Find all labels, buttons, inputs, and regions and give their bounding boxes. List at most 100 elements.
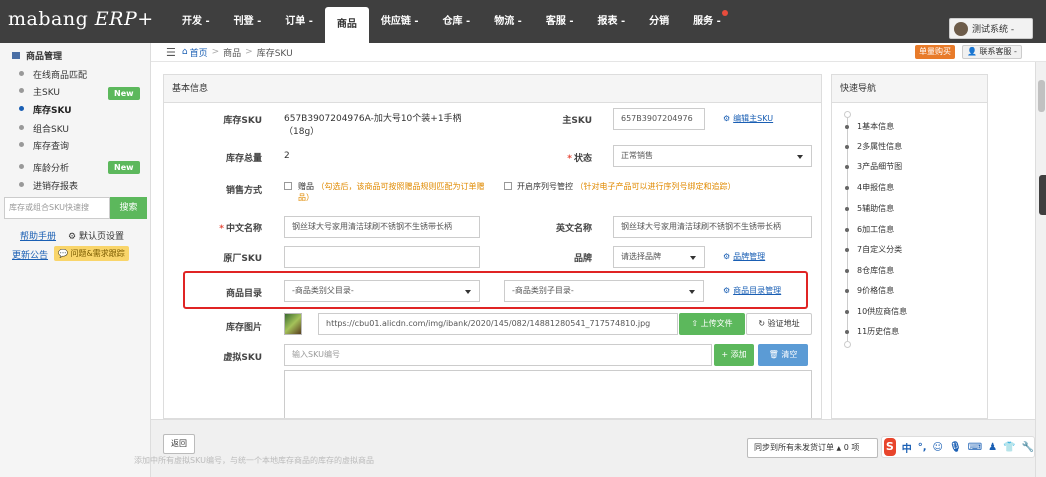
category-manage-label: 商品目录管理 (733, 286, 782, 295)
brand-manage-link[interactable]: ⚙ 品牌管理 (723, 251, 765, 262)
nav-customer-service[interactable]: 客服 - (534, 0, 586, 43)
trash-icon: 🗑 (768, 350, 779, 359)
verify-label: 验证地址 (767, 319, 800, 328)
brand-select[interactable]: 请选择品牌 (613, 246, 705, 268)
quick-nav-label: 3产品细节图 (857, 162, 903, 171)
nav-distribution[interactable]: 分销 (637, 0, 681, 43)
stock-total-label: 库存总量 (225, 154, 262, 164)
default-page-setting[interactable]: ⚙ 默认页设置 (68, 229, 124, 242)
serial-checkbox[interactable] (504, 182, 512, 190)
virtual-sku-input[interactable]: 输入SKU编号 (284, 344, 712, 366)
ime-toolbar[interactable]: S 中 °, ☺ 🎙 ⌨ ♟ 👕 🔧 (881, 436, 1035, 458)
back-button[interactable]: 返回 (163, 434, 195, 454)
quick-nav-processing[interactable]: 6加工信息 (844, 224, 894, 235)
edit-main-sku-link[interactable]: ⚙ 编辑主SKU (723, 113, 773, 124)
nav-services-label: 服务 - (693, 16, 721, 27)
sync-orders-button[interactable]: 同步到所有未发货订单 ▲ 0 项 (747, 438, 878, 458)
sale-mode-label: 销售方式 (225, 186, 262, 196)
clear-virtual-sku-button[interactable]: 🗑 清空 (758, 344, 808, 366)
quick-nav-custom-category[interactable]: 7自定义分类 (844, 244, 903, 255)
virtual-sku-textarea[interactable] (284, 370, 812, 418)
cn-name-label: * 中文名称 (219, 224, 262, 234)
help-manual-link[interactable]: 帮助手册 (20, 229, 56, 242)
nav-supply-chain[interactable]: 供应链 - (369, 0, 431, 43)
quick-nav-price[interactable]: 9价格信息 (844, 285, 894, 296)
bullet-icon (19, 88, 24, 93)
quick-nav-title: 快速导航 (832, 75, 987, 103)
sidebar-item-stock-sku[interactable]: 库存SKU (19, 101, 72, 117)
quick-nav-aux[interactable]: 5辅助信息 (844, 203, 894, 214)
brand-placeholder: 请选择品牌 (621, 252, 661, 261)
side-drawer-tab[interactable] (1039, 175, 1046, 215)
nav-dev[interactable]: 开发 - (170, 0, 222, 43)
quick-nav-warehouse[interactable]: 8仓库信息 (844, 265, 895, 276)
parent-category-value: -商品类别父目录- (292, 286, 354, 295)
category-manage-link[interactable]: ⚙ 商品目录管理 (723, 285, 781, 296)
scrollbar-thumb[interactable] (1038, 80, 1045, 112)
status-select[interactable]: 正常销售 (613, 145, 812, 167)
update-notice-link[interactable]: 更新公告 (12, 248, 48, 261)
breadcrumb-section[interactable]: 商品 (223, 46, 241, 59)
nav-orders[interactable]: 订单 - (273, 0, 325, 43)
caret-up-icon: ▲ (836, 445, 842, 452)
quick-nav-start-dot (844, 111, 851, 118)
sidebar-item-stock-age[interactable]: 库龄分析 (19, 159, 69, 175)
contact-service-button[interactable]: 👤 联系客服 - (962, 45, 1022, 59)
sidebar: 商品管理 在线商品匹配 主SKU New 库存SKU 组合SKU 库存查询 库龄… (0, 43, 151, 477)
page-scrollbar[interactable] (1035, 62, 1046, 477)
child-category-select[interactable]: -商品类别子目录- (504, 280, 704, 302)
image-url-field[interactable]: https://cbu01.alicdn.com/img/ibank/2020/… (318, 313, 678, 335)
sidebar-item-inventory-report[interactable]: 进销存报表 (19, 177, 78, 193)
avatar (954, 21, 968, 36)
quick-nav-detail-images[interactable]: 3产品细节图 (844, 161, 903, 172)
quick-nav-multi-attr[interactable]: 2多属性信息 (844, 141, 902, 152)
quick-nav-declare[interactable]: 4申报信息 (844, 182, 894, 193)
buy-volume-button[interactable]: 单量购买 (915, 45, 955, 59)
wrench-icon: 🔧 (1021, 441, 1034, 453)
gift-option: 赠品 （勾选后，该商品可按照赠品规则匹配为订单赠品） (298, 181, 494, 203)
add-virtual-sku-button[interactable]: + 添加 (714, 344, 754, 366)
sidebar-item-main-sku[interactable]: 主SKU (19, 83, 60, 99)
gift-checkbox[interactable] (284, 182, 292, 190)
sidebar-item-online-match[interactable]: 在线商品匹配 (19, 66, 87, 82)
en-name-field[interactable]: 钢丝球大号家用清洁球刷不锈钢不生锈带长柄 (613, 216, 812, 238)
stock-image-thumbnail[interactable] (284, 313, 302, 335)
quick-nav-label: 10供应商信息 (857, 307, 908, 316)
sidebar-item-stock-query[interactable]: 库存查询 (19, 137, 69, 153)
bullet-icon (19, 106, 24, 111)
serial-label: 开启序列号管控 (517, 182, 573, 191)
upload-file-button[interactable]: ⇧ 上传文件 (679, 313, 745, 335)
bottom-action-bar: 返回 同步到所有未发货订单 ▲ 0 项 S 中 °, ☺ 🎙 ⌨ ♟ 👕 🔧 (151, 419, 1035, 477)
breadcrumb-home[interactable]: 首页 (190, 46, 208, 59)
main-sku-field[interactable]: 657B3907204976 (613, 108, 705, 130)
quick-nav-label: 7自定义分类 (857, 245, 903, 254)
quick-nav-label: 8仓库信息 (857, 266, 895, 275)
quick-sku-search-input[interactable]: 库存或组合SKU快速搜 (4, 197, 110, 219)
sidebar-item-combo-sku[interactable]: 组合SKU (19, 120, 69, 136)
quick-search-button[interactable]: 搜索 (110, 197, 147, 219)
nav-reports[interactable]: 报表 - (585, 0, 637, 43)
quick-nav-history[interactable]: 11历史信息 (844, 326, 899, 337)
stock-sku-label: 库存SKU (223, 116, 262, 126)
cn-name-field[interactable]: 钢丝球大号家用清洁球刷不锈钢不生锈带长柄 (284, 216, 480, 238)
nav-services[interactable]: 服务 - (681, 0, 740, 43)
nav-products[interactable]: 商品 (324, 7, 369, 43)
highlight-box (183, 271, 808, 309)
bullet-icon (19, 71, 24, 76)
nav-publish[interactable]: 刊登 - (222, 0, 274, 43)
quick-nav-supplier[interactable]: 10供应商信息 (844, 306, 908, 317)
quick-nav-end-dot (844, 341, 851, 348)
breadcrumb-current: 库存SKU (256, 48, 293, 59)
menu-toggle-icon[interactable]: ☰ (166, 46, 176, 59)
user-menu[interactable]: 测试系统 - (949, 18, 1033, 39)
factory-sku-field[interactable] (284, 246, 480, 268)
parent-category-select[interactable]: -商品类别父目录- (284, 280, 480, 302)
app-logo[interactable]: mabang ERP+ (8, 8, 154, 30)
gear-icon: ⚙ (723, 114, 731, 123)
quick-nav-basic-info[interactable]: 1基本信息 (844, 121, 894, 132)
nav-warehouse[interactable]: 仓库 - (431, 0, 483, 43)
feedback-tracking-button[interactable]: 💬 问题&需求跟踪 (54, 246, 129, 261)
nav-logistics[interactable]: 物流 - (482, 0, 534, 43)
verify-url-button[interactable]: ↻ 验证地址 (746, 313, 812, 335)
quick-nav-panel: 快速导航 1基本信息 2多属性信息 3产品细节图 4申报信息 5辅助信息 6加工… (831, 74, 988, 419)
